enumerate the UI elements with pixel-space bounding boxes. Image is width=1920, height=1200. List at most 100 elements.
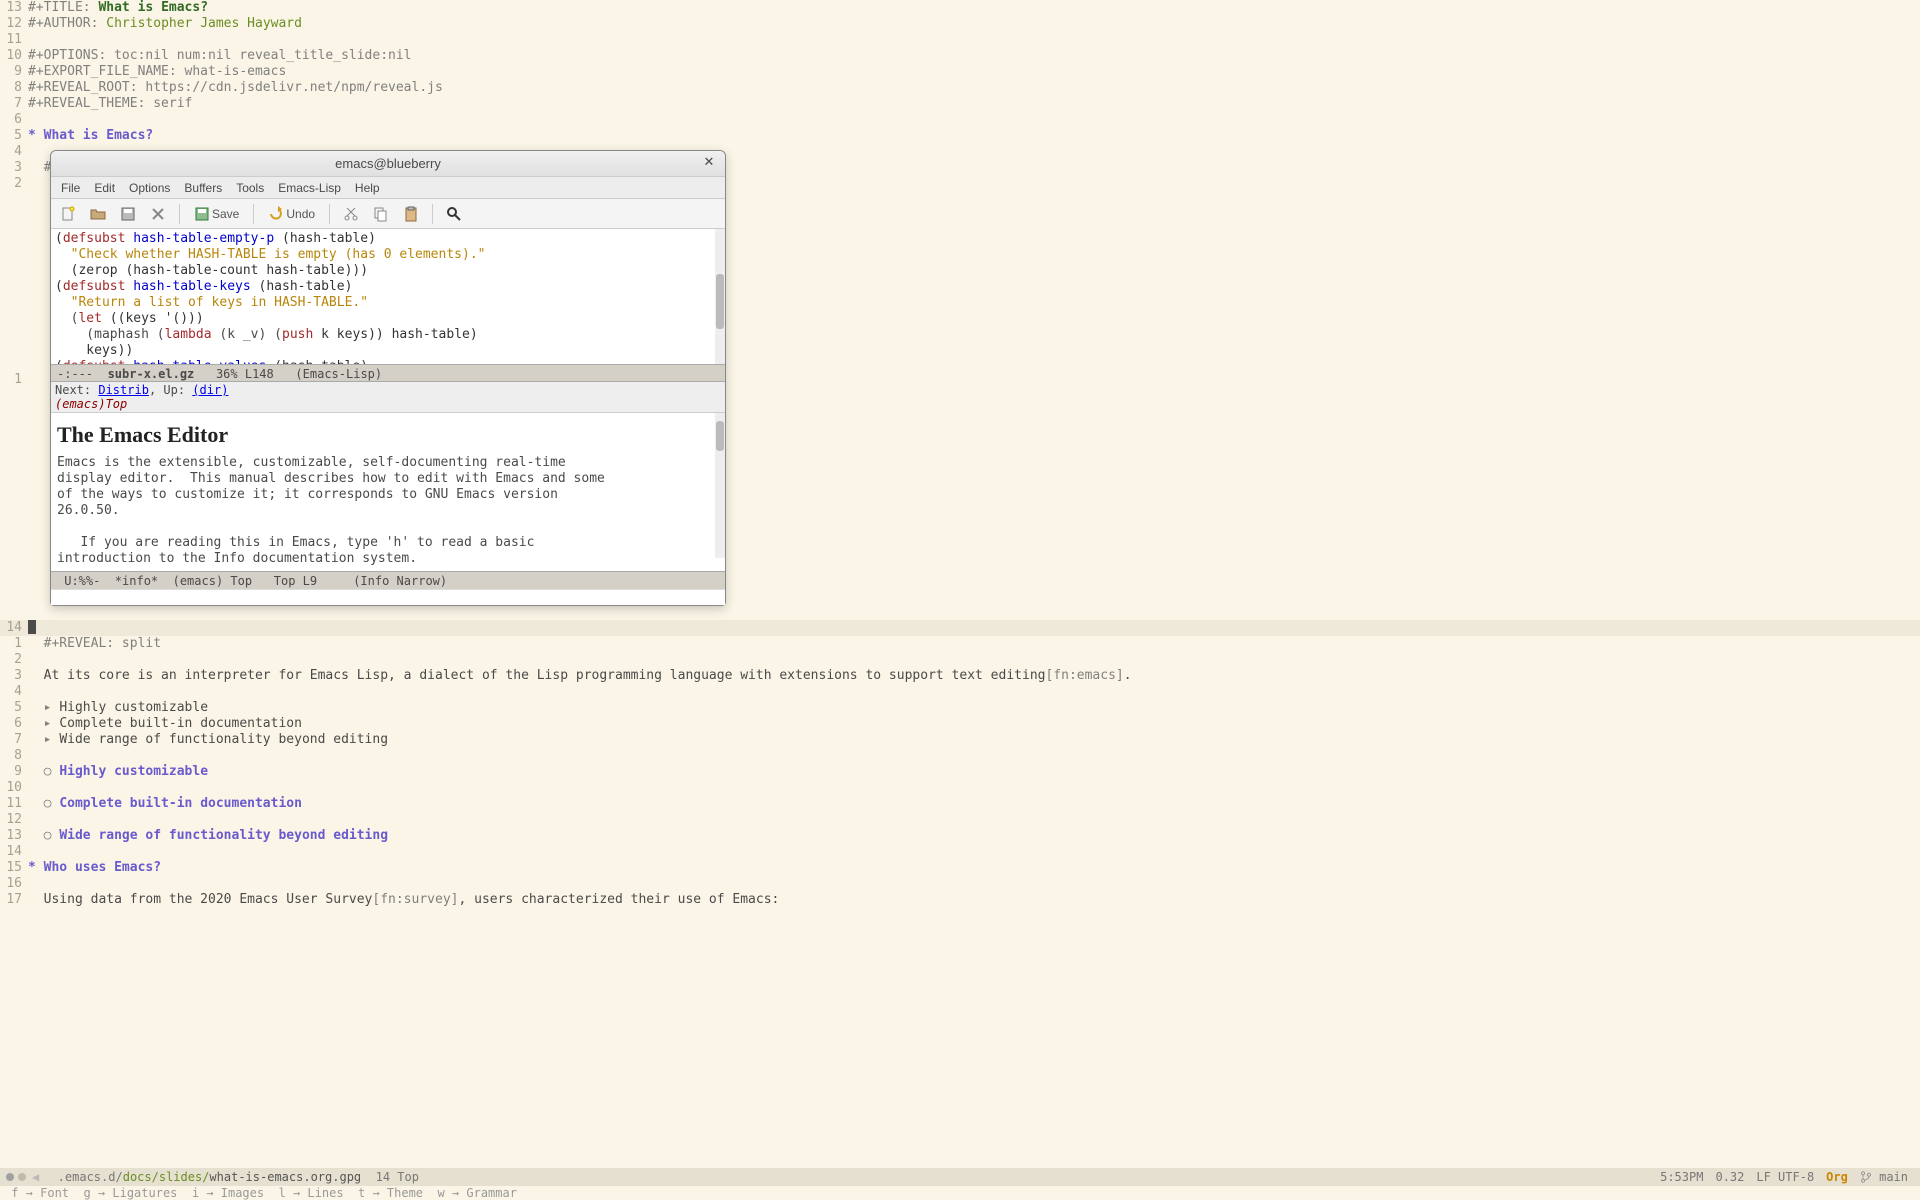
code-text[interactable]: #+REVEAL_THEME: serif <box>28 96 192 112</box>
code-text[interactable]: ▸ Wide range of functionality beyond edi… <box>28 732 388 748</box>
code-text[interactable]: At its core is an interpreter for Emacs … <box>28 668 1132 684</box>
which-key-bar: f → Font g → Ligatures i → Images l → Li… <box>0 1186 1920 1200</box>
line-number: 10 <box>0 48 28 64</box>
menu-file[interactable]: File <box>55 179 86 197</box>
menubar: FileEditOptionsBuffersToolsEmacs-LispHel… <box>51 177 725 199</box>
code-text[interactable]: #+EXPORT_FILE_NAME: what-is-emacs <box>28 64 286 80</box>
paste-icon[interactable] <box>400 203 422 225</box>
line-number: 11 <box>0 796 28 812</box>
status-dot-icon <box>6 1173 14 1181</box>
cursor <box>28 620 36 634</box>
code-pane[interactable]: (defsubst hash-table-empty-p (hash-table… <box>51 229 725 364</box>
line-number: 3 <box>0 668 28 684</box>
code-text[interactable]: Using data from the 2020 Emacs User Surv… <box>28 892 779 908</box>
line-number: 11 <box>0 32 28 48</box>
status-dot-icon <box>18 1173 26 1181</box>
line-number: 13 <box>0 828 28 844</box>
new-file-icon[interactable] <box>57 203 79 225</box>
outer-modeline[interactable]: ◀ .emacs.d/docs/slides/what-is-emacs.org… <box>0 1168 1920 1186</box>
line-number: 2 <box>0 652 28 668</box>
code-text[interactable]: #+TITLE: What is Emacs? <box>28 0 208 16</box>
code-line[interactable]: keys)) <box>55 343 721 359</box>
toolbar-separator <box>432 204 433 224</box>
menu-tools[interactable]: Tools <box>230 179 270 197</box>
path-dir: docs/slides/ <box>123 1168 210 1186</box>
close-file-icon[interactable] <box>147 203 169 225</box>
info-body: Emacs is the extensible, customizable, s… <box>57 455 719 567</box>
code-line[interactable]: "Check whether HASH-TABLE is empty (has … <box>55 247 721 263</box>
back-arrow-icon[interactable]: ◀ <box>32 1168 39 1186</box>
open-file-icon[interactable] <box>87 203 109 225</box>
scrollbar[interactable] <box>715 413 725 558</box>
code-text[interactable]: * Who uses Emacs? <box>28 860 161 876</box>
cursor-position: 14 Top <box>361 1168 419 1186</box>
code-text[interactable]: * What is Emacs? <box>28 128 153 144</box>
file-name: what-is-emacs.org.gpg <box>209 1168 361 1186</box>
menu-emacs-lisp[interactable]: Emacs-Lisp <box>272 179 347 197</box>
line-number: 8 <box>0 748 28 764</box>
scrollbar-thumb[interactable] <box>716 421 724 451</box>
line-number: 4 <box>0 144 28 160</box>
toolbar-separator <box>179 204 180 224</box>
code-line[interactable]: "Return a list of keys in HASH-TABLE." <box>55 295 721 311</box>
menu-help[interactable]: Help <box>349 179 386 197</box>
code-text[interactable]: ○ Wide range of functionality beyond edi… <box>28 828 388 844</box>
code-line[interactable]: (zerop (hash-table-count hash-table))) <box>55 263 721 279</box>
line-number: 7 <box>0 732 28 748</box>
line-number: 5 <box>0 700 28 716</box>
scrollbar-thumb[interactable] <box>716 274 724 329</box>
code-text[interactable]: ○ Highly customizable <box>28 764 208 780</box>
undo-button[interactable]: Undo <box>264 203 319 225</box>
menu-buffers[interactable]: Buffers <box>178 179 228 197</box>
modeline-lower[interactable]: U:%%- *info* (emacs) Top Top L9 (Info Na… <box>51 571 725 589</box>
menu-edit[interactable]: Edit <box>88 179 121 197</box>
window-titlebar[interactable]: emacs@blueberry ✕ <box>51 151 725 177</box>
search-icon[interactable] <box>443 203 465 225</box>
line-number: 12 <box>0 16 28 32</box>
info-pane[interactable]: The Emacs Editor Emacs is the extensible… <box>51 413 725 571</box>
code-text[interactable]: #+REVEAL_ROOT: https://cdn.jsdelivr.net/… <box>28 80 443 96</box>
code-text[interactable]: #+OPTIONS: toc:nil num:nil reveal_title_… <box>28 48 412 64</box>
code-text[interactable] <box>28 620 36 636</box>
line-number: 10 <box>0 780 28 796</box>
line-number: 9 <box>0 64 28 80</box>
line-number: 1 <box>0 636 28 652</box>
editor-area: 13#+TITLE: What is Emacs?12#+AUTHOR: Chr… <box>0 0 1920 1200</box>
buffer-line-current[interactable]: 14 <box>0 620 1920 636</box>
cut-icon[interactable] <box>340 203 362 225</box>
code-text[interactable]: ▸ Complete built-in documentation <box>28 716 302 732</box>
line-number: 17 <box>0 892 28 908</box>
code-text[interactable]: #+REVEAL: split <box>28 636 161 652</box>
buffer-line-middle[interactable]: 1 <box>0 372 1920 388</box>
line-number: 1 <box>0 372 28 388</box>
save-disk-icon[interactable] <box>117 203 139 225</box>
code-line[interactable]: (defsubst hash-table-empty-p (hash-table… <box>55 231 721 247</box>
code-text[interactable]: #+AUTHOR: Christopher James Hayward <box>28 16 302 32</box>
code-text[interactable] <box>28 372 44 388</box>
code-line[interactable]: (let ((keys '())) <box>55 311 721 327</box>
minibuffer[interactable] <box>51 589 725 605</box>
code-line[interactable]: (defsubst hash-table-values (hash-table) <box>55 359 721 364</box>
code-text[interactable]: ○ Complete built-in documentation <box>28 796 302 812</box>
line-number: 13 <box>0 0 28 16</box>
save-button[interactable]: Save <box>190 203 243 225</box>
line-number: 6 <box>0 716 28 732</box>
code-line[interactable]: (defsubst hash-table-keys (hash-table) <box>55 279 721 295</box>
menu-options[interactable]: Options <box>123 179 176 197</box>
line-number: 15 <box>0 860 28 876</box>
close-icon[interactable]: ✕ <box>701 155 717 171</box>
major-mode: Org <box>1826 1168 1848 1186</box>
toolbar-separator <box>253 204 254 224</box>
clock: 5:53PM <box>1660 1168 1703 1186</box>
buffer-lines-bottom[interactable]: 1 #+REVEAL: split23 At its core is an in… <box>0 636 1920 908</box>
code-line[interactable]: (maphash (lambda (k _v) (push k keys)) h… <box>55 327 721 343</box>
line-number: 3 <box>0 160 28 176</box>
info-heading: The Emacs Editor <box>57 427 719 443</box>
line-number: 8 <box>0 80 28 96</box>
copy-icon[interactable] <box>370 203 392 225</box>
code-text[interactable]: ▸ Highly customizable <box>28 700 208 716</box>
info-topic: (emacs)Top <box>55 397 127 411</box>
scrollbar[interactable] <box>715 229 725 364</box>
git-branch: main <box>1860 1168 1908 1186</box>
load-avg: 0.32 <box>1715 1168 1744 1186</box>
